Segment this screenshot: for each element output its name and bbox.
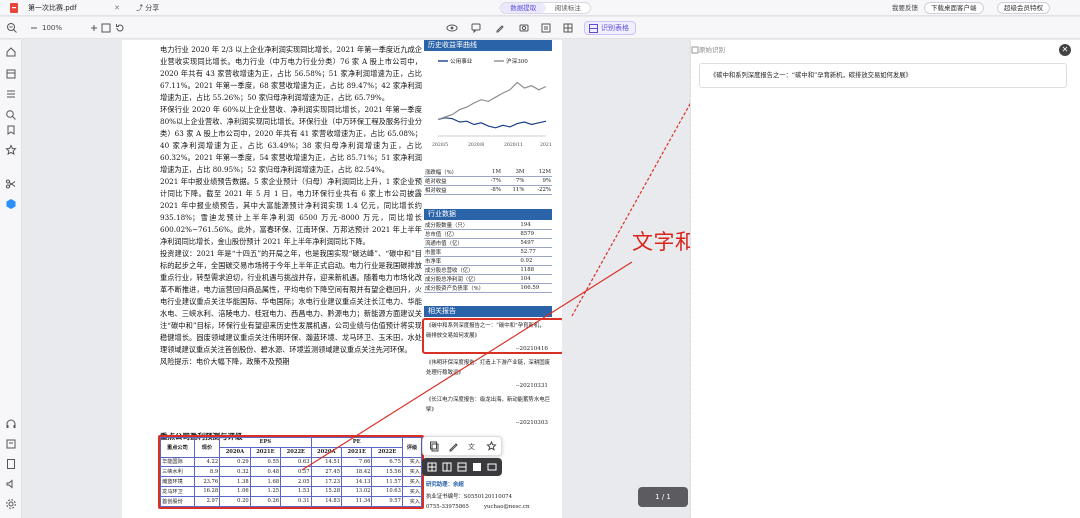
- recognized-text: 《碳中和系列深度报告之一：“碳中和”孕育新机，碳排放交易如何发展》: [710, 72, 912, 79]
- annotation-arrow-table: [301, 261, 633, 471]
- close-panel-icon[interactable]: ✕: [1059, 44, 1071, 56]
- panel-doc-icon: [691, 46, 699, 54]
- recognized-result-box[interactable]: 《碳中和系列深度报告之一：“碳中和”孕育新机，碳排放交易如何发展》: [699, 63, 1067, 88]
- panel-title: 原始识别: [699, 46, 725, 54]
- annotation-arrow-text: [571, 85, 701, 317]
- recognition-panel: 原始识别 ✕ 《碳中和系列深度报告之一：“碳中和”孕育新机，碳排放交易如何发展》: [690, 40, 1080, 518]
